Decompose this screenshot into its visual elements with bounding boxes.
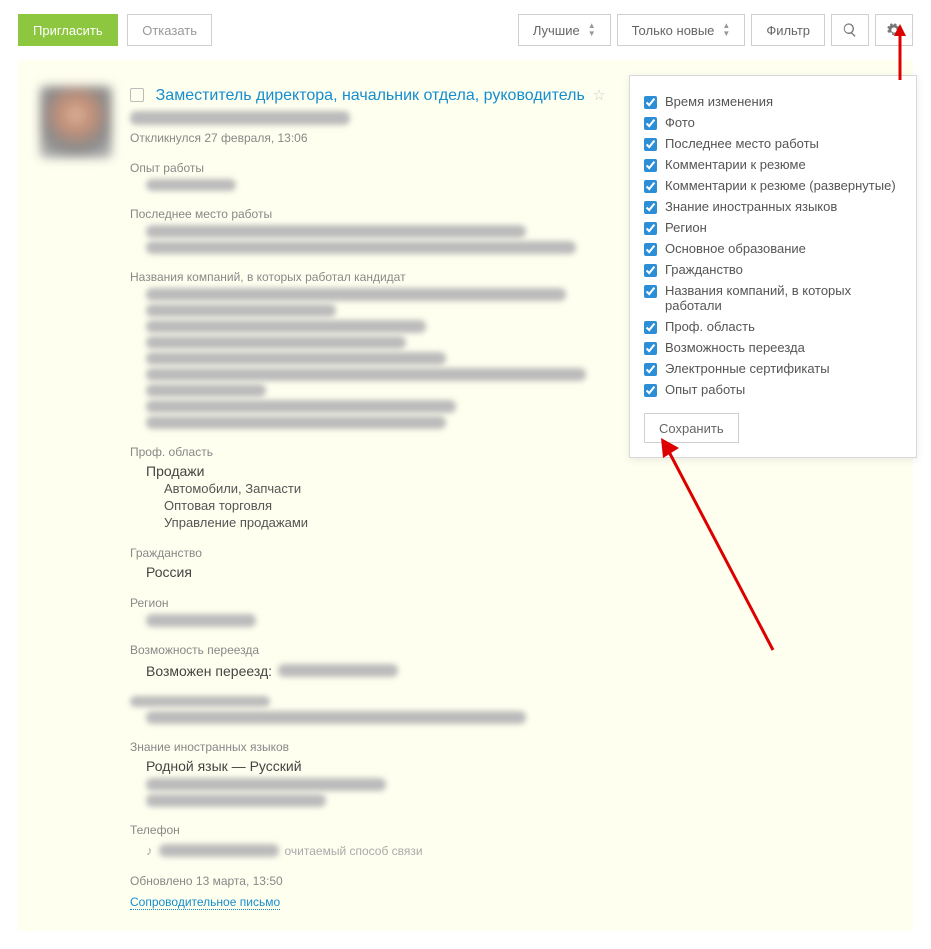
panel-option-checkbox[interactable] (644, 201, 657, 214)
panel-option-checkbox[interactable] (644, 243, 657, 256)
panel-option[interactable]: Последнее место работы (644, 136, 902, 151)
panel-option-label: Электронные сертификаты (665, 361, 830, 376)
panel-option[interactable]: Знание иностранных языков (644, 199, 902, 214)
settings-button[interactable] (875, 14, 913, 46)
relocation-value: Возможен переезд: (146, 663, 272, 679)
languages-heading: Знание иностранных языков (130, 740, 610, 754)
search-icon (842, 22, 858, 38)
panel-option[interactable]: Электронные сертификаты (644, 361, 902, 376)
panel-option-label: Опыт работы (665, 382, 745, 397)
panel-option-label: Основное образование (665, 241, 806, 256)
panel-option-checkbox[interactable] (644, 222, 657, 235)
panel-option-checkbox[interactable] (644, 159, 657, 172)
sort-best-dropdown[interactable]: Лучшие (518, 14, 611, 46)
citizenship-heading: Гражданство (130, 546, 610, 560)
panel-option-label: Комментарии к резюме (665, 157, 806, 172)
prof-area-sub: Оптовая торговля (164, 498, 610, 513)
phone-icon: ♪ (146, 843, 153, 858)
invite-button[interactable]: Пригласить (18, 14, 118, 46)
dropdown-arrows-icon (588, 22, 596, 38)
companies-heading: Названия компаний, в которых работал кан… (130, 270, 610, 284)
relocation-heading: Возможность переезда (130, 643, 610, 657)
panel-option-label: Время изменения (665, 94, 773, 109)
panel-option-checkbox[interactable] (644, 96, 657, 109)
resume-title-link[interactable]: Заместитель директора, начальник отдела,… (156, 87, 585, 104)
favorite-star-icon[interactable]: ☆ (592, 87, 605, 104)
dropdown-arrows-icon (722, 22, 730, 38)
panel-option[interactable]: Гражданство (644, 262, 902, 277)
languages-value: Родной язык — Русский (146, 758, 610, 774)
panel-option-label: Фото (665, 115, 695, 130)
panel-option-checkbox[interactable] (644, 180, 657, 193)
panel-option-checkbox[interactable] (644, 117, 657, 130)
only-new-label: Только новые (632, 23, 715, 38)
top-toolbar: Пригласить Отказать Лучшие Только новые … (0, 0, 931, 60)
panel-option[interactable]: Основное образование (644, 241, 902, 256)
panel-option-label: Последнее место работы (665, 136, 819, 151)
avatar (40, 86, 112, 158)
last-job-heading: Последнее место работы (130, 207, 610, 221)
panel-option-checkbox[interactable] (644, 342, 657, 355)
region-heading: Регион (130, 596, 610, 610)
panel-option-checkbox[interactable] (644, 321, 657, 334)
gear-icon (886, 22, 902, 38)
panel-option-label: Проф. область (665, 319, 755, 334)
only-new-dropdown[interactable]: Только новые (617, 14, 746, 46)
panel-option[interactable]: Опыт работы (644, 382, 902, 397)
panel-option-label: Регион (665, 220, 707, 235)
panel-option[interactable]: Комментарии к резюме (развернутые) (644, 178, 902, 193)
prof-area-sub: Управление продажами (164, 515, 610, 530)
prof-area-heading: Проф. область (130, 445, 610, 459)
responded-date: Откликнулся 27 февраля, 13:06 (130, 131, 610, 145)
panel-option[interactable]: Время изменения (644, 94, 902, 109)
prof-area-sub: Автомобили, Запчасти (164, 481, 610, 496)
select-resume-checkbox[interactable] (130, 88, 144, 102)
phone-heading: Телефон (130, 823, 610, 837)
panel-option-checkbox[interactable] (644, 285, 657, 298)
panel-option[interactable]: Возможность переезда (644, 340, 902, 355)
panel-option-label: Гражданство (665, 262, 743, 277)
panel-option[interactable]: Фото (644, 115, 902, 130)
panel-option[interactable]: Проф. область (644, 319, 902, 334)
panel-option-checkbox[interactable] (644, 363, 657, 376)
columns-settings-panel: Время изменения Фото Последнее место работ… (629, 75, 917, 458)
cover-letter-link[interactable]: Сопроводительное письмо (130, 895, 280, 910)
filter-button[interactable]: Фильтр (751, 14, 825, 46)
panel-option-checkbox[interactable] (644, 138, 657, 151)
prof-area-value: Продажи (146, 463, 610, 479)
updated-date: Обновлено 13 марта, 13:50 (130, 874, 610, 888)
panel-option-label: Возможность переезда (665, 340, 805, 355)
panel-option[interactable]: Названия компаний, в которых работали (644, 283, 902, 313)
panel-option-label: Комментарии к резюме (развернутые) (665, 178, 896, 193)
panel-items-container: Время изменения Фото Последнее место работ… (644, 94, 902, 397)
search-button[interactable] (831, 14, 869, 46)
panel-option-label: Знание иностранных языков (665, 199, 837, 214)
decline-button[interactable]: Отказать (127, 14, 212, 46)
experience-heading: Опыт работы (130, 161, 610, 175)
panel-option-checkbox[interactable] (644, 384, 657, 397)
panel-option[interactable]: Регион (644, 220, 902, 235)
phone-note: очитаемый способ связи (285, 844, 423, 858)
panel-option-label: Названия компаний, в которых работали (665, 283, 902, 313)
panel-option[interactable]: Комментарии к резюме (644, 157, 902, 172)
citizenship-value: Россия (146, 564, 610, 580)
sort-best-label: Лучшие (533, 23, 580, 38)
resume-card: Заместитель директора, начальник отдела,… (18, 60, 913, 931)
panel-option-checkbox[interactable] (644, 264, 657, 277)
save-settings-button[interactable]: Сохранить (644, 413, 739, 443)
education-heading (130, 696, 270, 707)
